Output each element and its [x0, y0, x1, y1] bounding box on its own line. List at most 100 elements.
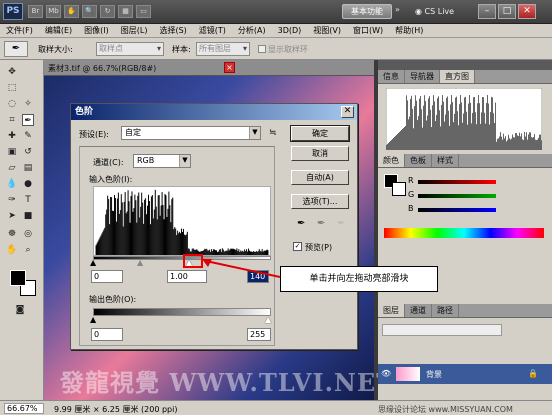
shape-tool-icon[interactable]: ■ [22, 210, 34, 222]
input-black-field[interactable]: 0 [91, 270, 123, 283]
histogram-bar [99, 238, 100, 255]
menu-3d[interactable]: 3D(D) [272, 24, 308, 37]
zoom-tool-icon[interactable]: ⌕ [22, 244, 34, 256]
magic-wand-tool-icon[interactable]: ✧ [22, 98, 34, 110]
sample-label: 样本: [172, 44, 191, 55]
document-close-icon[interactable]: × [224, 62, 235, 73]
panel-background-swatch[interactable] [392, 182, 406, 196]
mini-histogram-bar [538, 138, 539, 150]
menu-layer[interactable]: 图层(L) [115, 24, 154, 37]
screen-mode-icon[interactable]: ▭ [136, 5, 151, 18]
hand-tool-icon[interactable]: ✋ [6, 244, 18, 256]
hand-icon[interactable]: ✋ [64, 5, 79, 18]
rotate-icon[interactable]: ↻ [100, 5, 115, 18]
input-mid-slider[interactable]: ▲ [137, 258, 143, 267]
marquee-tool-icon[interactable]: ⬚ [6, 82, 18, 94]
zoom-field[interactable]: 66.67% [4, 403, 44, 414]
tab-color[interactable]: 颜色 [378, 154, 405, 167]
ok-button[interactable]: 确定 [291, 126, 349, 141]
eraser-tool-icon[interactable]: ▱ [6, 162, 18, 174]
show-ring-checkbox[interactable] [258, 45, 266, 53]
channel-select[interactable]: RGB ▼ [133, 154, 191, 168]
blue-slider[interactable] [418, 208, 496, 212]
mini-histogram-bar [421, 109, 422, 150]
red-slider[interactable] [418, 180, 496, 184]
mini-histogram-bar [422, 128, 423, 150]
menu-window[interactable]: 窗口(W) [347, 24, 389, 37]
auto-button[interactable]: 自动(A) [291, 170, 349, 185]
close-button[interactable]: ✕ [518, 4, 536, 19]
color-ramp[interactable] [384, 228, 544, 238]
3d-orbit-icon[interactable]: ◎ [22, 228, 34, 240]
preset-select[interactable]: 自定 ▼ [121, 126, 261, 140]
preview-checkbox[interactable]: ✓ [293, 242, 302, 251]
visibility-eye-icon[interactable]: 👁 [381, 369, 391, 378]
healing-tool-icon[interactable]: ✚ [6, 130, 18, 142]
output-white-slider[interactable]: ▲ [265, 315, 271, 324]
workspace-more-icon[interactable]: » [395, 5, 400, 14]
options-button[interactable]: 选项(T)... [291, 194, 349, 209]
black-eyedropper-icon[interactable]: ✒ [297, 218, 305, 229]
menu-file[interactable]: 文件(F) [0, 24, 39, 37]
quick-mask-icon[interactable]: ◙ [14, 304, 26, 316]
tab-info[interactable]: 信息 [378, 70, 405, 83]
gray-eyedropper-icon[interactable]: ✒ [317, 218, 325, 229]
minimize-button[interactable]: – [478, 4, 496, 19]
zoom-icon[interactable]: 🔍 [82, 5, 97, 18]
move-tool-icon[interactable]: ✥ [6, 66, 18, 78]
path-selection-icon[interactable]: ➤ [6, 210, 18, 222]
blur-tool-icon[interactable]: 💧 [6, 178, 18, 190]
stamp-tool-icon[interactable]: ▣ [6, 146, 18, 158]
histogram-bar [164, 219, 165, 255]
gradient-tool-icon[interactable]: ▤ [22, 162, 34, 174]
tab-channels[interactable]: 通道 [405, 304, 432, 317]
menu-image[interactable]: 图像(I) [78, 24, 115, 37]
mini-histogram-bar [401, 130, 402, 150]
bridge-icon[interactable]: Br [28, 5, 43, 18]
menu-help[interactable]: 帮助(H) [389, 24, 429, 37]
output-white-field[interactable]: 255 [247, 328, 271, 341]
arrange-icon[interactable]: ▦ [118, 5, 133, 18]
tab-paths[interactable]: 路径 [432, 304, 459, 317]
dialog-close-button[interactable]: ✕ [341, 106, 354, 118]
cslive-button[interactable]: ◉ CS Live [415, 4, 465, 19]
mini-histogram-bar [515, 133, 516, 150]
menu-view[interactable]: 视图(V) [307, 24, 347, 37]
layer-row-background[interactable]: 👁 背景 🔒 [378, 364, 552, 384]
preset-options-icon[interactable]: ≒ [269, 128, 277, 138]
output-black-field[interactable]: 0 [91, 328, 123, 341]
input-black-slider[interactable]: ▲ [90, 258, 96, 267]
tab-navigator[interactable]: 导航器 [405, 70, 440, 83]
dodge-tool-icon[interactable]: ● [22, 178, 34, 190]
workspace-button[interactable]: 基本功能 [342, 4, 392, 19]
white-eyedropper-icon[interactable]: ✒ [337, 218, 345, 229]
type-tool-icon[interactable]: T [22, 194, 34, 206]
history-brush-icon[interactable]: ↺ [22, 146, 34, 158]
cancel-button[interactable]: 取消 [291, 146, 349, 161]
tab-layers[interactable]: 图层 [378, 304, 405, 317]
histogram-bar [98, 239, 99, 255]
3d-rotate-icon[interactable]: ☸ [6, 228, 18, 240]
maximize-button[interactable]: □ [498, 4, 516, 19]
menu-edit[interactable]: 编辑(E) [39, 24, 78, 37]
green-slider[interactable] [418, 194, 496, 198]
minibridge-icon[interactable]: Mb [46, 5, 61, 18]
output-black-slider[interactable]: ▲ [90, 315, 96, 324]
document-tab[interactable]: 素材3.tif @ 66.7%(RGB/8#) × [44, 60, 374, 76]
menu-analysis[interactable]: 分析(A) [232, 24, 272, 37]
crop-tool-icon[interactable]: ⌗ [6, 114, 18, 126]
sample-select[interactable]: 所有图层 [196, 42, 250, 56]
pen-tool-icon[interactable]: ✑ [6, 194, 18, 206]
eyedropper-preset-icon[interactable]: ✒ [4, 41, 28, 57]
lasso-tool-icon[interactable]: ◌ [6, 98, 18, 110]
brush-tool-icon[interactable]: ✎ [22, 130, 34, 142]
blend-mode-select[interactable] [382, 324, 502, 336]
sample-size-select[interactable]: 取样点 [96, 42, 164, 56]
tab-histogram[interactable]: 直方图 [440, 70, 475, 83]
tab-styles[interactable]: 样式 [432, 154, 459, 167]
histogram-bar [176, 235, 177, 255]
menu-select[interactable]: 选择(S) [153, 24, 192, 37]
menu-filter[interactable]: 滤镜(T) [193, 24, 232, 37]
tab-swatches[interactable]: 色板 [405, 154, 432, 167]
eyedropper-tool-icon[interactable]: ✒ [22, 114, 34, 126]
